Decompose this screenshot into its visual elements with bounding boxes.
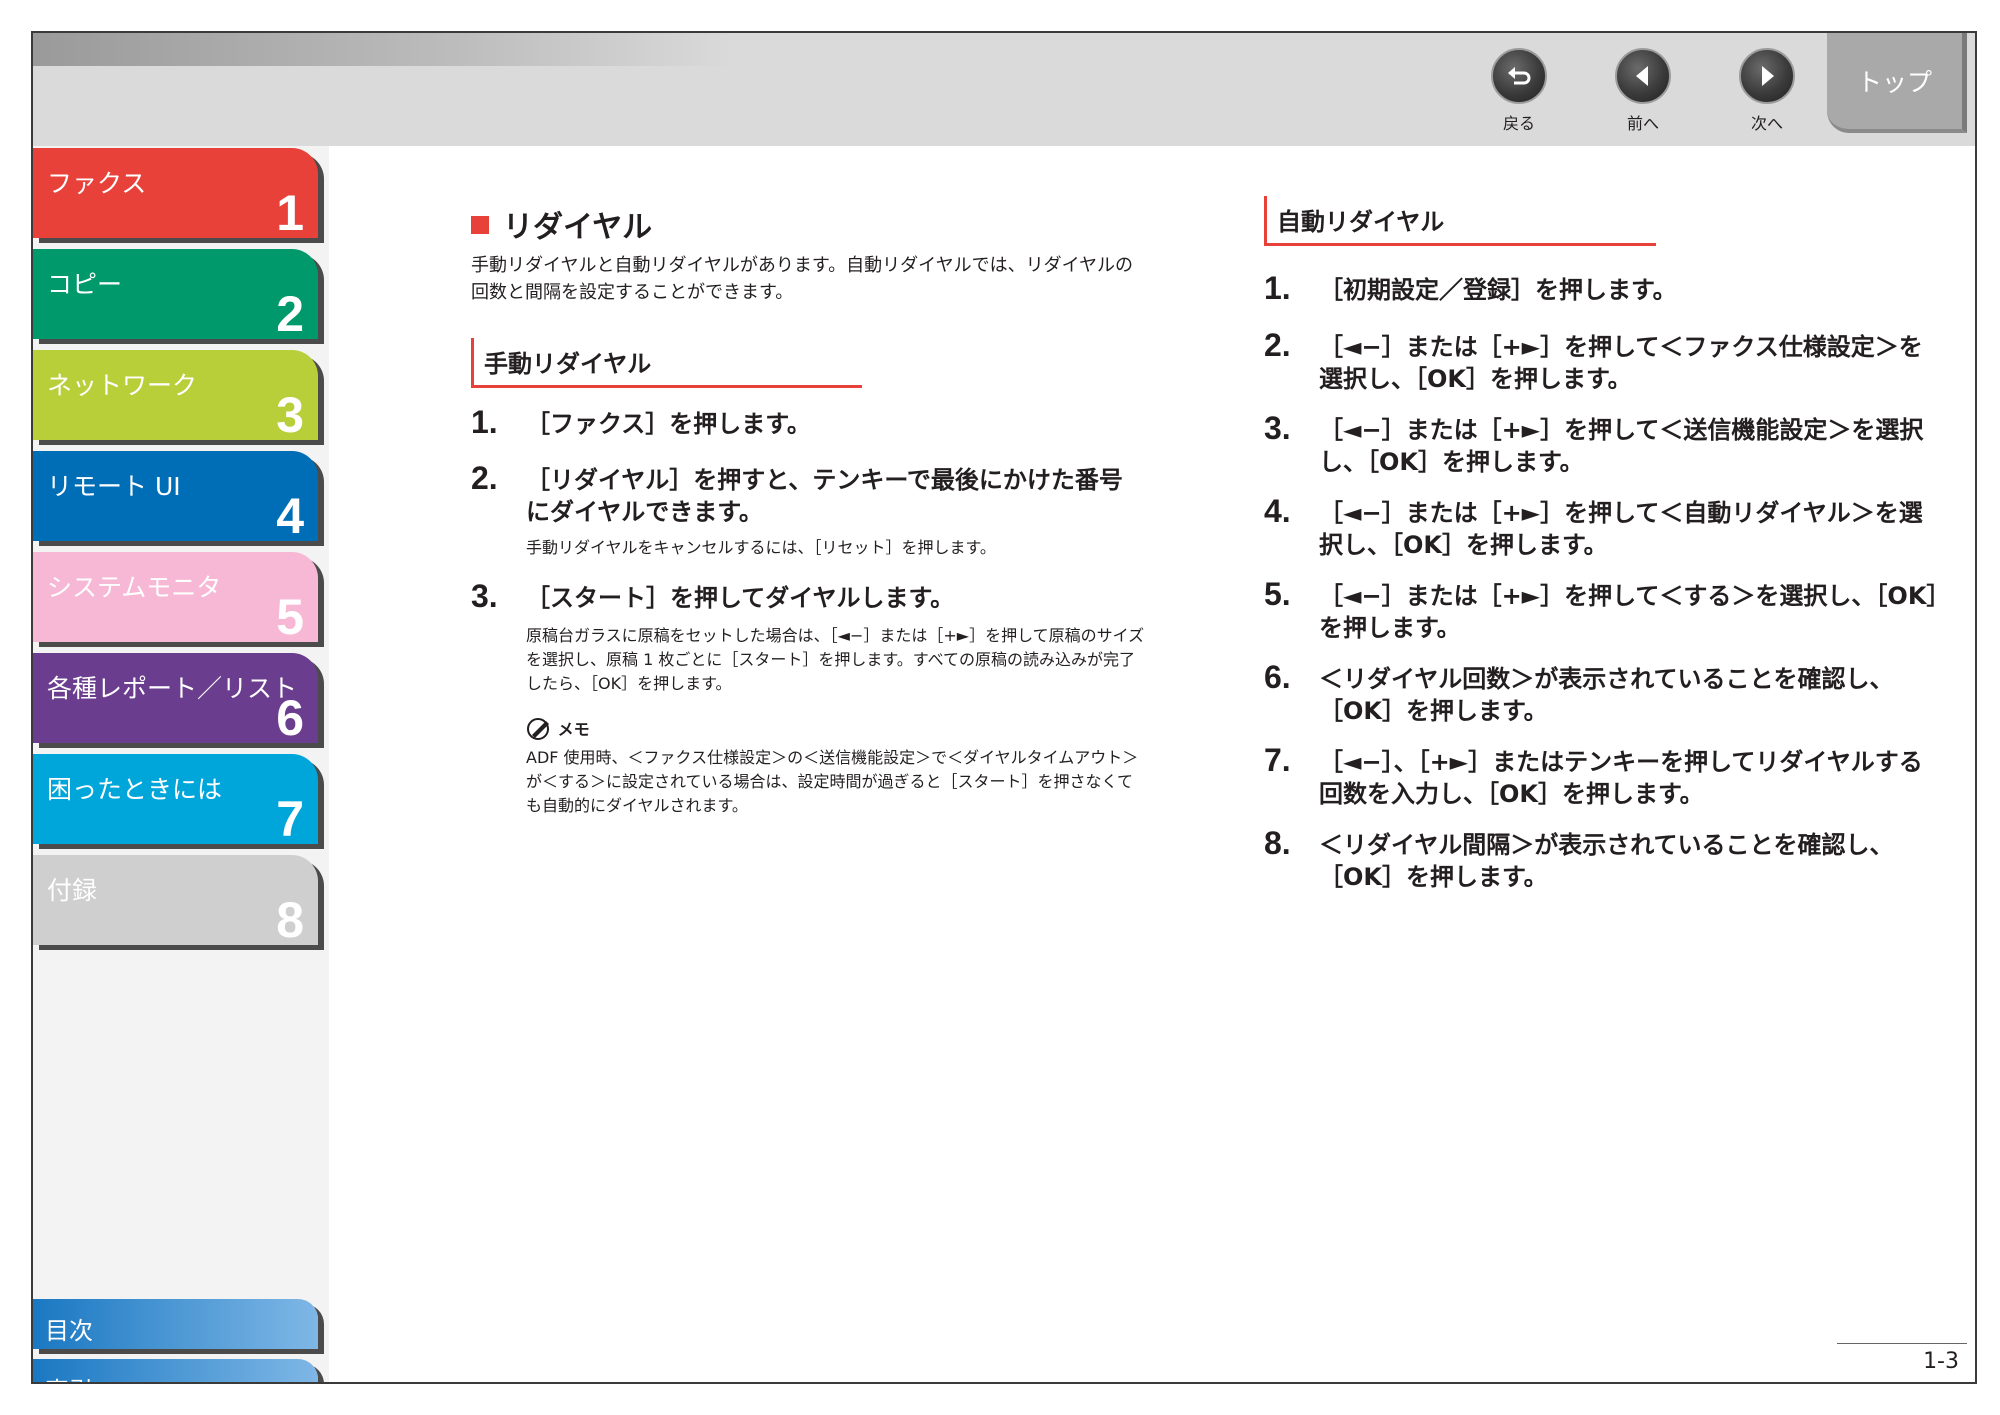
auto-step-5: 5. ［◄−］または［+►］を押して＜する＞を選択し、［OK］を押します。: [1264, 576, 1939, 642]
memo-heading: メモ: [526, 716, 590, 740]
auto-step-1: 1. ［初期設定／登録］を押します。: [1264, 270, 1677, 306]
chapter-tab-appendix[interactable]: 付録 8: [33, 855, 318, 948]
chapter-tab-copy[interactable]: コピー 2: [33, 249, 318, 342]
chapter-number: 3: [276, 387, 304, 443]
prev-button[interactable]: 前へ: [1603, 48, 1683, 134]
chapter-number: 2: [276, 286, 304, 342]
page-number: 1-3: [1923, 1349, 1959, 1374]
chapter-label: ファクス: [47, 169, 147, 198]
pencil-memo-icon: [527, 718, 549, 740]
step-2-note: 手動リダイヤルをキャンセルするには、［リセット］を押します。: [526, 538, 996, 557]
chapter-label: 付録: [47, 876, 98, 905]
step-3-note: 原稿台ガラスに原稿をセットした場合は、［◄−］または［+►］を押して原稿のサイズ…: [526, 626, 1145, 693]
toc-label: 目次: [45, 1317, 93, 1345]
chapter-number: 1: [276, 185, 304, 241]
chapter-number: 8: [276, 892, 304, 948]
manual-step-3: 3. ［スタート］を押してダイヤルします。: [471, 578, 955, 614]
manual-step-1: 1. ［ファクス］を押します。: [471, 404, 811, 440]
chapter-label: ネットワーク: [47, 371, 198, 400]
toc-button[interactable]: 目次: [33, 1299, 318, 1349]
auto-redial-heading: 自動リダイヤル: [1264, 196, 1656, 246]
chapter-label: コピー: [47, 270, 123, 299]
chapter-tab-troubleshooting[interactable]: 困ったときには 7: [33, 754, 318, 847]
chapter-label: リモート UI: [47, 472, 181, 501]
chapter-number: 7: [276, 791, 304, 847]
red-square-icon: [471, 216, 489, 234]
chapter-number: 5: [276, 589, 304, 645]
intro-text: 手動リダイヤルと自動リダイヤルがあります。自動リダイヤルでは、リダイヤルの回数と…: [471, 255, 1134, 303]
chapter-tab-reports[interactable]: 各種レポート／リスト 6: [33, 653, 318, 746]
triangle-left-icon: [1615, 48, 1671, 104]
index-label: 索引: [45, 1371, 93, 1382]
chapter-tab-fax[interactable]: ファクス 1: [33, 148, 318, 241]
auto-step-3: 3. ［◄−］または［+►］を押して＜送信機能設定＞を選択し、［OK］を押します…: [1264, 410, 1924, 476]
page-number-rule: [1837, 1343, 1967, 1344]
chapter-number: 6: [276, 690, 304, 746]
chapter-label: システムモニタ: [47, 573, 222, 602]
auto-step-4: 4. ［◄−］または［+►］を押して＜自動リダイヤル＞を選択し、［OK］を押しま…: [1264, 493, 1923, 559]
next-button[interactable]: 次へ: [1727, 48, 1807, 134]
auto-step-2: 2. ［◄−］または［+►］を押して＜ファクス仕様設定＞を選択し、［OK］を押し…: [1264, 327, 1923, 393]
back-label: 戻る: [1502, 114, 1535, 133]
manual-step-2: 2. ［リダイヤル］を押すと、テンキーで最後にかけた番号にダイヤルできます。: [471, 460, 1123, 526]
chapter-label: 各種レポート／リスト: [47, 674, 298, 703]
auto-step-7: 7. ［◄−］、［+►］またはテンキーを押してリダイヤルする回数を入力し、［OK…: [1264, 742, 1923, 808]
content-area: リダイヤル 手動リダイヤルと自動リダイヤルがあります。自動リダイヤルでは、リダイ…: [329, 146, 1975, 1382]
next-label: 次へ: [1750, 114, 1783, 133]
back-button[interactable]: 戻る: [1479, 48, 1559, 134]
chapter-sidebar: ファクス 1 コピー 2 ネットワーク 3 リモート UI 4 システムモニタ …: [33, 146, 329, 1382]
triangle-right-icon: [1739, 48, 1795, 104]
chapter-label: 困ったときには: [47, 775, 223, 804]
memo-text: ADF 使用時、＜ファクス仕様設定＞の＜送信機能設定＞で＜ダイヤルタイムアウト＞…: [526, 748, 1139, 815]
auto-step-8: 8. ＜リダイヤル間隔＞が表示されていることを確認し、［OK］を押します。: [1264, 825, 1894, 891]
chapter-tab-remote-ui[interactable]: リモート UI 4: [33, 451, 318, 544]
top-button[interactable]: トップ: [1827, 33, 1967, 133]
chapter-tab-system-monitor[interactable]: システムモニタ 5: [33, 552, 318, 645]
manual-redial-heading: 手動リダイヤル: [471, 338, 862, 388]
header-bar: 戻る 前へ 次へ トップ: [33, 33, 1975, 146]
page-frame: 戻る 前へ 次へ トップ ファクス 1 コピー 2 ネットワーク 3 リモート …: [31, 31, 1977, 1384]
chapter-tab-network[interactable]: ネットワーク 3: [33, 350, 318, 443]
section-title: リダイヤル: [471, 202, 652, 246]
prev-label: 前へ: [1626, 114, 1659, 133]
index-button[interactable]: 索引: [33, 1359, 318, 1382]
back-arrow-icon: [1491, 48, 1547, 104]
auto-step-6: 6. ＜リダイヤル回数＞が表示されていることを確認し、［OK］を押します。: [1264, 659, 1894, 725]
chapter-number: 4: [276, 488, 304, 544]
